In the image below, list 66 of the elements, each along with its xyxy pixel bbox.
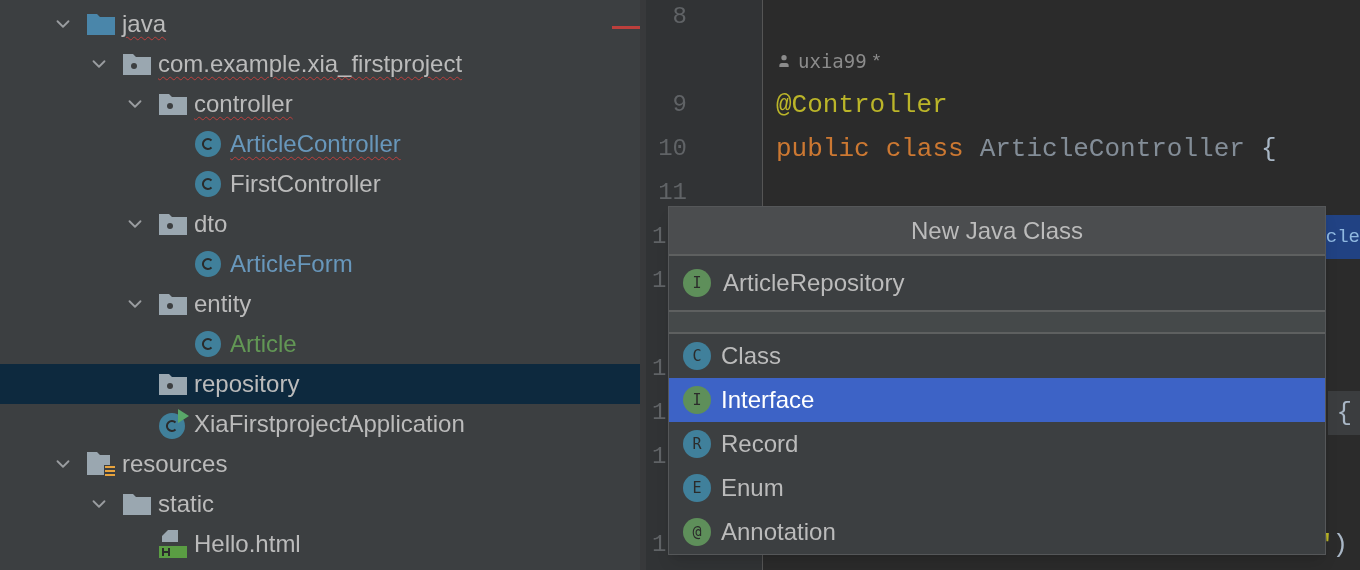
runnable-class-icon: [158, 408, 190, 440]
error-marker: [612, 26, 640, 29]
code-token: public: [776, 132, 870, 166]
package-icon: [158, 92, 188, 116]
code-fragment: ): [1332, 528, 1348, 562]
tree-item[interactable]: controller: [0, 84, 640, 124]
code-fragment: cle: [1325, 215, 1360, 259]
tree-item[interactable]: ArticleForm: [0, 244, 640, 284]
tree-item[interactable]: FirstController: [0, 164, 640, 204]
tree-item[interactable]: repository: [0, 364, 640, 404]
tree-item-label: controller: [194, 89, 293, 119]
kind-option[interactable]: E Enum: [669, 466, 1325, 510]
tree-item-label: repository: [194, 369, 300, 399]
class-name-field[interactable]: I ArticleRepository: [669, 256, 1325, 310]
class-icon: [194, 170, 222, 198]
class-icon: [194, 330, 222, 358]
tree-item-label: entity: [194, 289, 252, 319]
class-icon: [194, 130, 222, 158]
person-icon: [776, 53, 792, 69]
package-icon: [122, 52, 152, 76]
folder-icon: [122, 492, 152, 516]
tree-item-label: resources: [122, 449, 228, 479]
tree-item-label: ArticleForm: [230, 249, 353, 279]
tree-item[interactable]: dto: [0, 204, 640, 244]
tree-item-label: ArticleController: [230, 129, 401, 159]
popup-title: New Java Class: [669, 207, 1325, 256]
type-badge-icon: R: [683, 430, 711, 458]
folder-icon: [86, 12, 116, 36]
tree-item[interactable]: resources: [0, 444, 640, 484]
tree-item[interactable]: java: [0, 4, 640, 44]
type-badge-icon: C: [683, 342, 711, 370]
tree-item[interactable]: com.example.xia_firstproject: [0, 44, 640, 84]
type-badge-icon: @: [683, 518, 711, 546]
kind-option[interactable]: R Record: [669, 422, 1325, 466]
code-token: class: [885, 132, 964, 166]
kind-option[interactable]: C Class: [669, 334, 1325, 378]
type-badge-icon: I: [683, 386, 711, 414]
type-badge-icon: E: [683, 474, 711, 502]
author-hint[interactable]: uxia99 *: [776, 46, 881, 76]
tree-item-label: static: [158, 489, 214, 519]
package-icon: [158, 212, 188, 236]
tree-item-label: com.example.xia_firstproject: [158, 49, 463, 79]
code-token: ArticleController: [979, 132, 1245, 166]
tree-item-label: Article: [230, 329, 297, 359]
tree-item-label: dto: [194, 209, 228, 239]
tree-item[interactable]: Article: [0, 324, 640, 364]
class-icon: [194, 250, 222, 278]
tree-item[interactable]: static: [0, 484, 640, 524]
tree-item[interactable]: Hello.html: [0, 524, 640, 564]
resources-folder-icon: [86, 450, 116, 478]
tree-item[interactable]: entity: [0, 284, 640, 324]
package-icon: [158, 372, 188, 396]
html-file-icon: [158, 529, 188, 559]
tree-item-label: Hello.html: [194, 529, 301, 559]
tree-item-label: XiaFirstprojectApplication: [194, 409, 465, 439]
code-token: @Controller: [776, 88, 948, 122]
code-token: {: [1260, 132, 1277, 166]
kind-option[interactable]: I Interface: [669, 378, 1325, 422]
type-badge-icon: I: [683, 269, 711, 297]
tree-item[interactable]: ArticleController: [0, 124, 640, 164]
code-fragment: {: [1328, 391, 1360, 435]
tree-item-label: java: [122, 9, 167, 39]
package-icon: [158, 292, 188, 316]
tree-item-label: FirstController: [230, 169, 381, 199]
tree-item[interactable]: XiaFirstprojectApplication: [0, 404, 640, 444]
kind-option[interactable]: @ Annotation: [669, 510, 1325, 554]
